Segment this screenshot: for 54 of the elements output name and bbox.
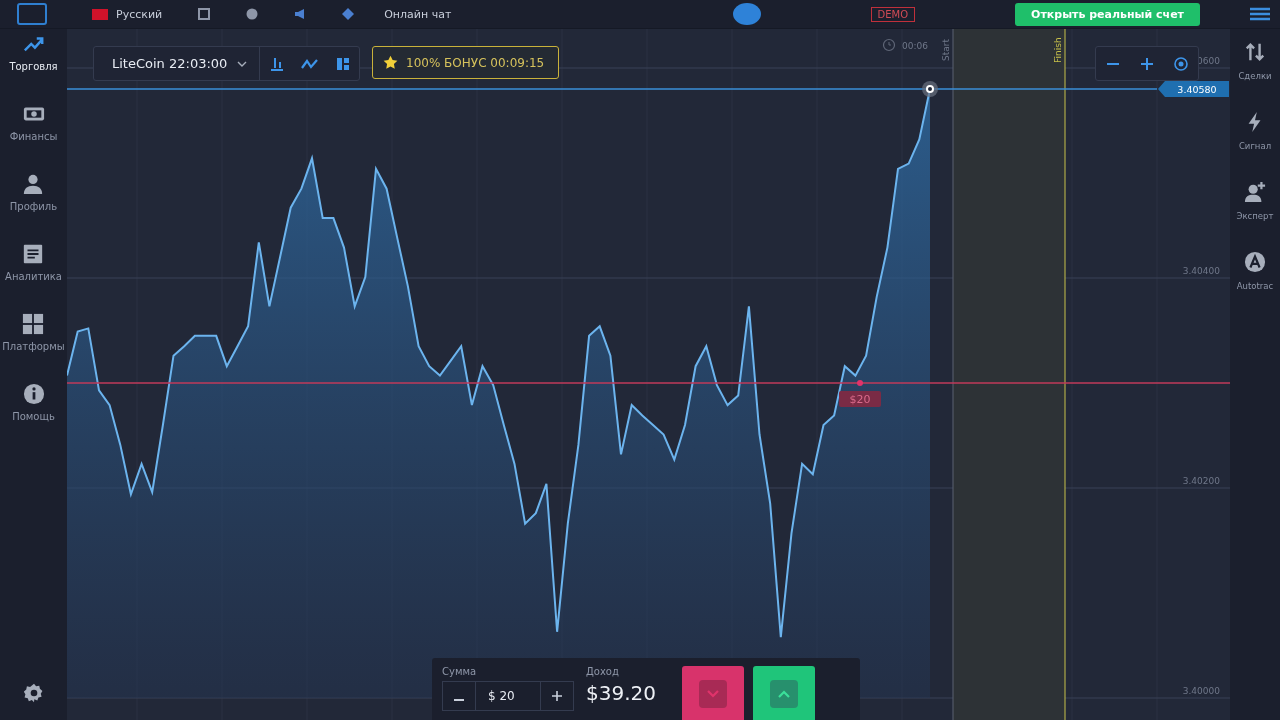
demo-badge: DEMO [870, 6, 916, 22]
letter-a-icon [1244, 251, 1266, 273]
right-sidebar-label[interactable]: Сделки [1238, 71, 1272, 81]
avatar-icon[interactable] [732, 3, 761, 25]
current-point [922, 81, 938, 97]
grid-icon [336, 57, 349, 70]
right-sidebar-label[interactable]: Эксперт [1236, 211, 1274, 221]
strike-dot [857, 380, 863, 386]
up-down-arrows-icon [1244, 41, 1266, 63]
chevron-up-icon [778, 689, 790, 698]
countdown-timer: 00:06 [902, 41, 928, 51]
sidebar-item[interactable]: Финансы [9, 103, 58, 173]
line-chart-icon [300, 57, 319, 70]
chevron-down-icon [707, 689, 719, 698]
flag-icon [92, 8, 108, 20]
income-value: $39.20 [586, 681, 656, 705]
amount-label: Сумма [442, 666, 478, 677]
strike-tag: $20 [839, 391, 881, 407]
sidebar-item[interactable]: Помощь [12, 383, 55, 453]
minus-icon [1107, 62, 1119, 65]
language-selector[interactable]: Русский [116, 7, 163, 21]
info-icon [22, 383, 45, 405]
settings-icon[interactable] [23, 683, 44, 703]
add-person-icon [1244, 181, 1266, 203]
income-label: Доход [586, 666, 620, 677]
right-sidebar-label[interactable]: Autotrac [1236, 281, 1274, 291]
chevron-down-icon [237, 60, 248, 67]
person-icon [22, 173, 45, 195]
current-price-tag: 3.40580 [1158, 81, 1229, 97]
grid-icon [22, 313, 45, 335]
finish-label: Finish [1053, 37, 1063, 63]
amount-field[interactable]: $ 20 [476, 681, 540, 711]
plus-icon [1141, 57, 1153, 70]
candlestick-icon [269, 56, 284, 71]
price-axis-label: 3.40400 [1182, 266, 1220, 276]
target-icon [1174, 56, 1188, 71]
increase-button[interactable] [540, 681, 574, 711]
sidebar-item[interactable]: Профиль [9, 173, 58, 243]
price-axis-label: 3.40000 [1182, 686, 1220, 696]
star-icon [383, 55, 398, 70]
start-label: Start [941, 39, 951, 61]
bonus-button[interactable]: 100% БОНУС 00:09:15 [372, 46, 560, 79]
sidebar-item[interactable]: Торговля [9, 33, 58, 103]
right-sidebar-label[interactable]: Сигнал [1238, 141, 1272, 151]
plus-icon [552, 691, 562, 701]
clock-icon [882, 38, 896, 52]
document-icon [22, 243, 45, 265]
sidebar-item[interactable]: Аналитика [5, 243, 62, 313]
megaphone-icon[interactable] [294, 8, 307, 20]
price-axis-label: 3.40200 [1182, 476, 1220, 486]
diamond-icon[interactable] [342, 8, 355, 20]
menu-icon[interactable] [1250, 7, 1270, 21]
sidebar-item[interactable]: Платформы [2, 313, 65, 383]
online-chat-link[interactable]: Онлайн чат [384, 7, 452, 21]
